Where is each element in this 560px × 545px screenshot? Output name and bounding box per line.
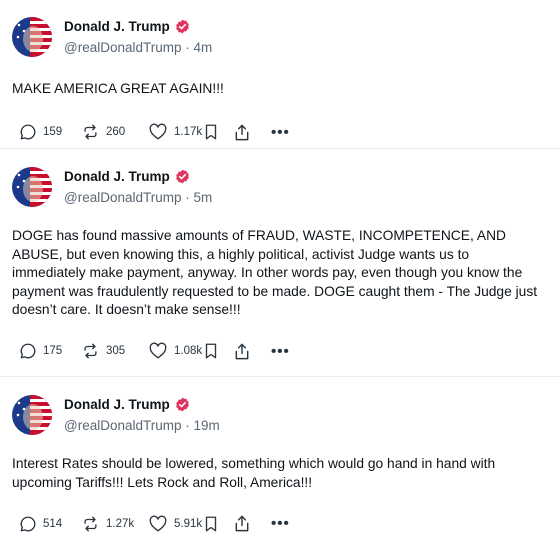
- repost-button[interactable]: 305: [81, 342, 148, 360]
- more-icon: •••: [271, 515, 290, 532]
- repost-icon: [81, 342, 100, 360]
- post-meta: @realDonaldTrump · 19m: [64, 418, 220, 433]
- like-count: 1.17k: [174, 126, 203, 138]
- repost-button[interactable]: 1.27k: [81, 515, 148, 533]
- reply-button[interactable]: 175: [19, 342, 81, 360]
- action-bar: 175 305 1.08k •••: [12, 342, 546, 361]
- share-button[interactable]: [234, 514, 271, 533]
- bookmark-icon: [204, 123, 218, 141]
- share-icon: [234, 514, 250, 533]
- bookmark-icon: [204, 515, 218, 533]
- bookmark-button[interactable]: [204, 515, 234, 533]
- repost-icon: [81, 123, 100, 141]
- bookmark-button[interactable]: [204, 342, 234, 360]
- reply-count: 514: [43, 517, 63, 530]
- reply-button[interactable]: 159: [19, 123, 81, 141]
- comment-icon: [19, 515, 37, 533]
- post-text: DOGE has found massive amounts of FRAUD,…: [12, 228, 538, 317]
- post-meta: @realDonaldTrump · 4m: [64, 40, 212, 55]
- timestamp[interactable]: 4m: [194, 40, 213, 55]
- more-button[interactable]: •••: [271, 124, 290, 141]
- verified-badge-icon: [175, 19, 190, 34]
- author-handle[interactable]: @realDonaldTrump: [64, 418, 182, 433]
- post-text: Interest Rates should be lowered, someth…: [12, 456, 496, 490]
- share-button[interactable]: [234, 342, 271, 361]
- separator: ·: [185, 40, 190, 55]
- repost-icon: [81, 515, 100, 533]
- post[interactable]: Donald J. Trump @realDonaldTrump · 4m MA…: [0, 0, 560, 149]
- repost-count: 260: [106, 126, 126, 138]
- post[interactable]: Donald J. Trump @realDonaldTrump · 5m DO…: [0, 149, 560, 377]
- author-name[interactable]: Donald J. Trump: [64, 19, 170, 34]
- share-button[interactable]: [234, 123, 271, 142]
- timestamp[interactable]: 19m: [194, 418, 220, 433]
- more-button[interactable]: •••: [271, 515, 290, 532]
- post-meta: @realDonaldTrump · 5m: [64, 190, 212, 205]
- more-icon: •••: [271, 123, 290, 141]
- bookmark-icon: [204, 342, 218, 360]
- author-handle[interactable]: @realDonaldTrump: [64, 190, 182, 205]
- heart-icon: [148, 515, 168, 533]
- avatar[interactable]: [12, 17, 52, 57]
- more-button[interactable]: •••: [271, 343, 290, 360]
- reply-button[interactable]: 514: [19, 515, 81, 533]
- author-name[interactable]: Donald J. Trump: [64, 397, 170, 412]
- separator: ·: [185, 190, 190, 205]
- comment-icon: [19, 342, 37, 360]
- author-handle[interactable]: @realDonaldTrump: [64, 40, 182, 55]
- verified-badge-icon: [175, 169, 190, 184]
- post[interactable]: Donald J. Trump @realDonaldTrump · 19m I…: [0, 377, 560, 545]
- share-icon: [234, 342, 250, 361]
- action-bar: 159 260 1.17k •••: [12, 123, 546, 142]
- share-icon: [234, 123, 250, 142]
- comment-icon: [19, 123, 37, 141]
- more-icon: •••: [271, 342, 290, 360]
- like-count: 1.08k: [174, 345, 203, 357]
- repost-button[interactable]: 260: [81, 123, 148, 141]
- verified-badge-icon: [175, 397, 190, 412]
- like-button[interactable]: 1.17k: [148, 123, 204, 141]
- action-bar: 514 1.27k 5.91k •••: [12, 514, 546, 533]
- avatar[interactable]: [12, 167, 52, 207]
- timestamp[interactable]: 5m: [194, 190, 213, 205]
- bookmark-button[interactable]: [204, 123, 234, 141]
- reply-count: 175: [43, 345, 63, 357]
- heart-icon: [148, 342, 168, 360]
- like-count: 5.91k: [174, 517, 203, 530]
- heart-icon: [148, 123, 168, 141]
- repost-count: 1.27k: [106, 517, 135, 530]
- like-button[interactable]: 5.91k: [148, 515, 204, 533]
- like-button[interactable]: 1.08k: [148, 342, 204, 360]
- separator: ·: [185, 418, 190, 433]
- feed: Donald J. Trump @realDonaldTrump · 4m MA…: [0, 0, 560, 545]
- post-text: MAKE AMERICA GREAT AGAIN!!!: [12, 81, 224, 96]
- author-name[interactable]: Donald J. Trump: [64, 169, 170, 184]
- reply-count: 159: [43, 126, 63, 138]
- repost-count: 305: [106, 345, 126, 357]
- avatar[interactable]: [12, 395, 52, 435]
